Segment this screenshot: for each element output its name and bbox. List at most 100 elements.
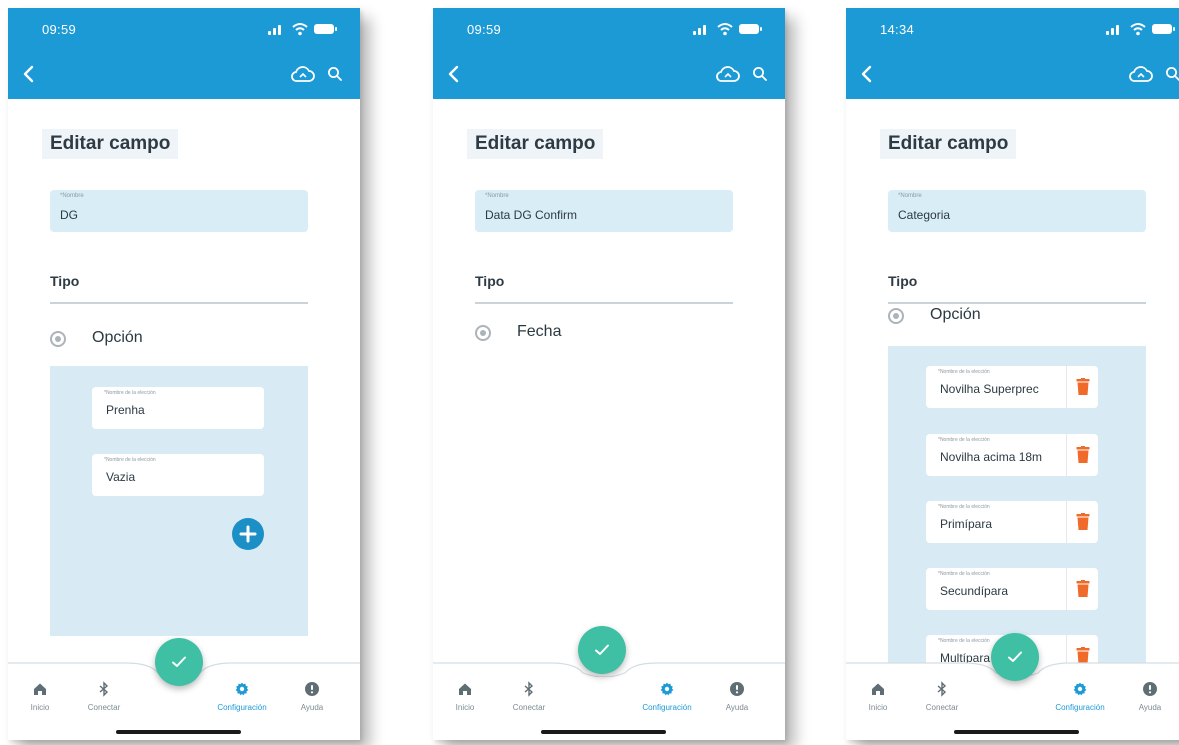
back-arrow-icon[interactable]	[445, 64, 463, 84]
confirm-button[interactable]	[578, 626, 626, 674]
cloud-sync-icon[interactable]	[1128, 64, 1154, 86]
choice-input-prenha[interactable]: *Nombre de la elección Prenha	[92, 387, 264, 429]
name-field-value: Data DG Confirm	[485, 208, 578, 222]
battery-icon	[739, 24, 762, 34]
choice-input[interactable]: *Nombre de la elección Novilha acima 18m	[926, 434, 1098, 476]
radio-selected-icon	[475, 325, 491, 341]
name-input[interactable]: *Nombre Data DG Confirm	[475, 190, 733, 232]
home-indicator	[954, 730, 1079, 734]
nav-label: Ayuda	[300, 703, 324, 712]
signal-icon	[268, 31, 271, 35]
choice-label: *Nombre de la elección	[938, 571, 990, 577]
app-header: 09:59	[433, 8, 785, 99]
confirm-button[interactable]	[155, 638, 203, 686]
back-arrow-icon[interactable]	[20, 64, 38, 84]
confirm-button[interactable]	[991, 633, 1039, 681]
name-input[interactable]: *Nombre DG	[50, 190, 308, 232]
phone-screen-date: 09:59 Editar campo *Nombre Data DG Confi…	[433, 8, 785, 740]
type-heading: Tipo	[50, 273, 80, 289]
choice-value: Novilha Superprec	[940, 382, 1039, 396]
name-field-label: *Nombre	[60, 193, 84, 199]
phone-screen-categoria: 14:34 Editar campo *Nombre Categoria Tip…	[846, 8, 1179, 740]
status-icons	[268, 22, 338, 36]
nav-label: Configuración	[217, 703, 267, 712]
home-icon	[34, 683, 46, 695]
radio-selected-icon	[888, 308, 904, 324]
name-field-value: DG	[60, 208, 78, 222]
app-header: 14:34	[846, 8, 1179, 99]
delete-choice-button[interactable]	[1066, 568, 1098, 610]
page-title: Editar campo	[880, 129, 1017, 159]
delete-choice-button[interactable]	[1066, 501, 1098, 543]
name-field-label: *Nombre	[898, 193, 922, 199]
choice-label: *Nombre de la elección	[938, 369, 990, 375]
nav-label: Conectar	[512, 703, 546, 712]
nav-ayuda[interactable]: Ayuda	[697, 681, 777, 721]
status-time: 09:59	[42, 22, 77, 37]
status-time: 14:34	[880, 22, 915, 37]
type-divider	[50, 302, 308, 304]
help-icon	[1143, 682, 1157, 696]
choice-value: Secundípara	[940, 584, 1009, 598]
choice-label: *Nombre de la elección	[104, 390, 156, 396]
name-field-label: *Nombre	[485, 193, 509, 199]
trash-icon	[1076, 513, 1090, 530]
trash-icon	[1076, 580, 1090, 597]
radio-selected-icon	[50, 331, 66, 347]
nav-conectar[interactable]: Conectar	[64, 681, 144, 721]
search-icon[interactable]	[751, 65, 769, 83]
check-icon	[1008, 651, 1022, 662]
search-icon[interactable]	[326, 65, 344, 83]
nav-configuracion[interactable]: Configuración	[202, 681, 282, 721]
choice-input-vazia[interactable]: *Nombre de la elección Vazia	[92, 454, 264, 496]
type-heading: Tipo	[475, 273, 505, 289]
name-field-value: Categoria	[898, 208, 951, 222]
nav-ayuda[interactable]: Ayuda	[1110, 681, 1179, 721]
choices-panel: *Nombre de la elección Prenha *Nombre de…	[50, 366, 308, 636]
bluetooth-icon	[524, 681, 534, 697]
status-time: 09:59	[467, 22, 502, 37]
type-divider	[475, 302, 733, 304]
signal-bar	[703, 25, 706, 35]
bottom-navigation: Inicio Conectar Configuración Ayuda	[433, 662, 785, 740]
plus-icon	[239, 525, 257, 543]
choice-input[interactable]: *Nombre de la elección Novilha Superprec	[926, 366, 1098, 408]
signal-bar	[1111, 28, 1114, 35]
delete-choice-button[interactable]	[1066, 366, 1098, 408]
search-icon[interactable]	[1164, 65, 1179, 83]
choice-value: Novilha acima 18m	[940, 450, 1043, 464]
home-icon	[459, 683, 471, 695]
nav-configuracion[interactable]: Configuración	[1040, 681, 1120, 721]
choice-label: *Nombre de la elección	[938, 638, 990, 644]
page-title: Editar campo	[467, 129, 604, 159]
nav-conectar[interactable]: Conectar	[489, 681, 569, 721]
type-option-label: Fecha	[517, 323, 562, 340]
battery-icon	[314, 24, 337, 34]
wifi-icon	[292, 23, 308, 36]
name-input[interactable]: *Nombre Categoria	[888, 190, 1146, 232]
choice-label: *Nombre de la elección	[938, 504, 990, 510]
delete-choice-button[interactable]	[1066, 434, 1098, 476]
battery-icon	[1152, 24, 1175, 34]
back-arrow-icon[interactable]	[858, 64, 876, 84]
wifi-icon	[717, 23, 733, 36]
nav-label: Configuración	[642, 703, 692, 712]
signal-bar	[278, 25, 281, 35]
choice-value: Primípara	[940, 517, 993, 531]
nav-configuracion[interactable]: Configuración	[627, 681, 707, 721]
add-choice-button[interactable]	[232, 518, 264, 550]
gear-icon	[1073, 682, 1087, 696]
check-icon	[595, 644, 609, 655]
cloud-sync-icon[interactable]	[290, 64, 316, 86]
cloud-sync-icon[interactable]	[715, 64, 741, 86]
phone-screen-dg: 09:59 Editar campo *Nombre DG Tipo Opció…	[8, 8, 360, 740]
choice-input[interactable]: *Nombre de la elección Secundípara	[926, 568, 1098, 610]
home-indicator	[541, 730, 666, 734]
signal-icon	[1106, 31, 1109, 35]
nav-conectar[interactable]: Conectar	[902, 681, 982, 721]
choice-input[interactable]: *Nombre de la elección Primípara	[926, 501, 1098, 543]
page-title: Editar campo	[42, 129, 179, 159]
nav-label: Configuración	[1055, 703, 1105, 712]
nav-ayuda[interactable]: Ayuda	[272, 681, 352, 721]
trash-icon	[1076, 378, 1090, 395]
